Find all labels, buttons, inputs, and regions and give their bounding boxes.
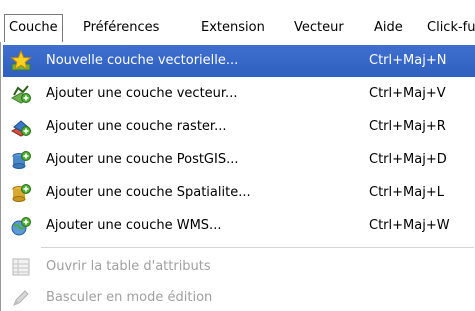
menu-item-shortcut: Ctrl+Maj+R <box>369 119 446 134</box>
menu-item-label: Ajouter une couche raster... <box>46 119 227 134</box>
menu-item-shortcut: Ctrl+Maj+W <box>369 218 450 233</box>
menu-item-add-spatialite-layer[interactable]: Ajouter une couche Spatialite... Ctrl+Ma… <box>3 177 475 209</box>
menu-item-label: Nouvelle couche vectorielle... <box>46 53 239 68</box>
add-postgis-layer-icon <box>10 149 32 171</box>
add-raster-layer-icon <box>10 116 32 138</box>
menu-bar: Couche Préférences Extension Vecteur Aid… <box>0 0 475 43</box>
couche-dropdown-menu: Nouvelle couche vectorielle... Ctrl+Maj+… <box>0 42 475 311</box>
menu-item-shortcut: Ctrl+Maj+L <box>369 185 444 200</box>
attribute-table-icon <box>10 256 32 278</box>
menu-item-add-vector-layer[interactable]: Ajouter une couche vecteur... Ctrl+Maj+V <box>3 78 475 110</box>
add-vector-layer-icon <box>10 83 32 105</box>
menu-extension[interactable]: Extension <box>201 15 265 41</box>
add-spatialite-layer-icon <box>10 182 32 204</box>
menu-item-add-postgis-layer[interactable]: Ajouter une couche PostGIS... Ctrl+Maj+D <box>3 144 475 176</box>
menu-item-shortcut: Ctrl+Maj+V <box>369 86 446 101</box>
qgis-window: Couche Préférences Extension Vecteur Aid… <box>0 0 475 311</box>
menu-item-add-wms-layer[interactable]: Ajouter une couche WMS... Ctrl+Maj+W <box>3 210 475 242</box>
menu-item-label: Ajouter une couche vecteur... <box>46 86 238 101</box>
menu-item-label: Ajouter une couche PostGIS... <box>46 152 239 167</box>
menu-item-label: Ouvrir la table d'attributs <box>46 259 211 274</box>
menu-item-open-attribute-table: Ouvrir la table d'attributs <box>3 251 475 283</box>
menu-item-toggle-editing: Basculer en mode édition <box>3 282 475 311</box>
menu-item-shortcut: Ctrl+Maj+D <box>369 152 447 167</box>
menu-separator <box>41 247 474 248</box>
menu-couche[interactable]: Couche <box>4 14 63 42</box>
menu-click-fu[interactable]: Click-fu <box>427 15 475 41</box>
menu-item-add-raster-layer[interactable]: Ajouter une couche raster... Ctrl+Maj+R <box>3 111 475 143</box>
menu-item-label: Ajouter une couche Spatialite... <box>46 185 251 200</box>
menu-vecteur[interactable]: Vecteur <box>294 15 344 41</box>
menu-preferences[interactable]: Préférences <box>83 15 159 41</box>
menu-item-label: Ajouter une couche WMS... <box>46 218 222 233</box>
menu-item-new-vector-layer[interactable]: Nouvelle couche vectorielle... Ctrl+Maj+… <box>3 45 475 77</box>
menu-item-shortcut: Ctrl+Maj+N <box>369 53 447 68</box>
menu-item-label: Basculer en mode édition <box>46 290 213 305</box>
menu-aide[interactable]: Aide <box>374 15 403 41</box>
add-wms-layer-icon <box>10 215 32 237</box>
pencil-edit-icon <box>10 287 32 309</box>
star-new-layer-icon <box>10 49 32 72</box>
